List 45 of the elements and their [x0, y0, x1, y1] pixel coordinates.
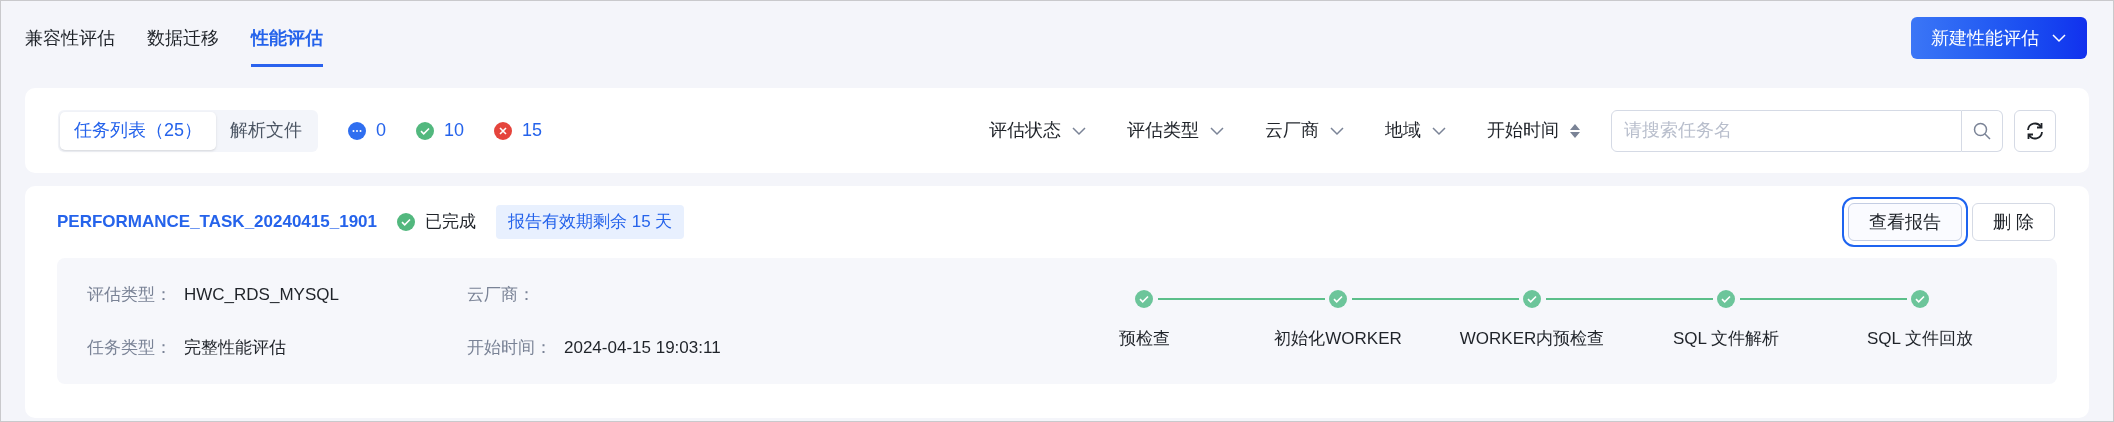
view-tab[interactable]: 解析文件: [216, 111, 317, 150]
sort-icon: [1569, 122, 1581, 139]
step-label: 初始化WORKER: [1274, 328, 1402, 351]
chevron-down-icon: [1329, 125, 1345, 136]
chevron-down-icon: [1431, 125, 1447, 136]
field-label: 云厂商：: [467, 283, 535, 306]
filter-dropdown[interactable]: 地域: [1385, 117, 1447, 144]
field-label: 评估类型：: [87, 283, 172, 306]
step-label: WORKER内预检查: [1459, 328, 1605, 351]
step-label: SQL 文件回放: [1866, 328, 1974, 351]
tab[interactable]: 兼容性评估: [25, 25, 115, 67]
more-dots-icon: [348, 121, 367, 140]
field-label: 开始时间：: [467, 337, 552, 359]
chevron-down-icon: [2051, 33, 2067, 43]
task-name-link[interactable]: PERFORMANCE_TASK_20240415_1901: [57, 209, 377, 235]
x-circle-icon: [494, 121, 513, 140]
search-icon: [1973, 121, 1991, 140]
field-value: HWC_RDS_MYSQL: [184, 283, 339, 306]
field-label: 任务类型：: [87, 337, 172, 359]
step-label: 预检查: [1118, 328, 1170, 351]
search-button[interactable]: [1962, 109, 2003, 152]
check-circle-icon: [416, 121, 435, 140]
refresh-icon: [2025, 120, 2045, 141]
view-tab[interactable]: 任务列表（25）: [60, 111, 217, 150]
sort-button[interactable]: 开始时间: [1487, 117, 1581, 144]
refresh-button[interactable]: [2014, 109, 2056, 152]
filter-dropdown[interactable]: 评估类型: [1127, 117, 1225, 144]
tab[interactable]: 性能评估: [251, 25, 323, 67]
new-evaluation-button[interactable]: 新建性能评估: [1911, 17, 2087, 59]
filter-dropdown[interactable]: 评估状态: [989, 117, 1087, 144]
field-value: 2024-04-15 19:03:11: [564, 337, 721, 359]
status-count: 10: [444, 119, 465, 142]
status-count: 15: [522, 119, 543, 142]
action-button[interactable]: 删 除: [1972, 203, 2055, 241]
status-count: 0: [376, 119, 387, 142]
chevron-down-icon: [1071, 125, 1087, 136]
step-label: SQL 文件解析: [1672, 328, 1780, 351]
chevron-down-icon: [1209, 125, 1225, 136]
field-value: 完整性能评估: [184, 337, 286, 359]
filter-dropdown[interactable]: 云厂商: [1265, 117, 1345, 144]
status-text: 已完成: [425, 211, 476, 234]
search-field[interactable]: 请搜索任务名: [1611, 109, 1962, 152]
check-circle-icon: [397, 213, 415, 231]
validity-tag: 报告有效期剩余 15 天: [496, 205, 685, 239]
tab[interactable]: 数据迁移: [147, 25, 219, 67]
